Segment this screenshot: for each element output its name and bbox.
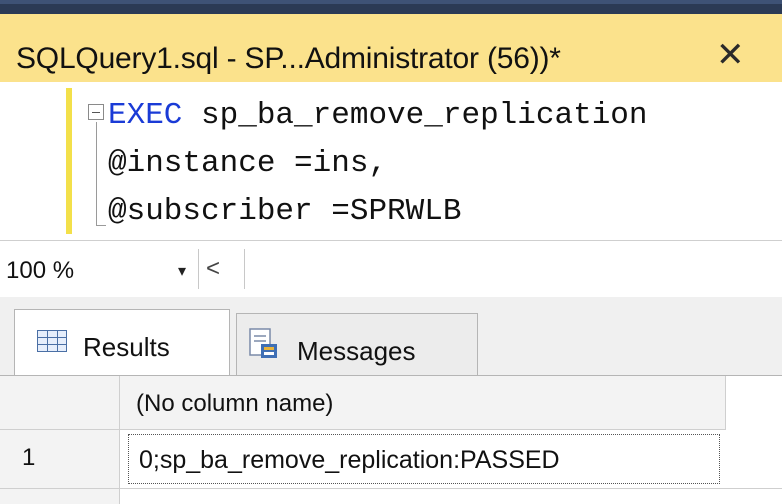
close-icon[interactable]: ✕ [716,38,745,72]
divider [198,249,199,289]
grid-corner[interactable] [0,376,120,430]
tab-messages-label: Messages [297,336,416,366]
tab-results[interactable]: Results [14,309,230,375]
code-line-1[interactable]: EXEC sp_ba_remove_replication [108,98,648,133]
divider [244,249,245,289]
results-grid[interactable]: (No column name) 1 0;sp_ba_remove_replic… [0,376,782,504]
document-tab-title: SQLQuery1.sql - SP...Administrator (56))… [16,42,561,75]
window-frame-strip [0,0,782,4]
scroll-left-icon[interactable]: < [206,255,220,283]
table-cell[interactable]: 0;sp_ba_remove_replication:PASSED [128,434,720,484]
query-editor[interactable]: EXEC sp_ba_remove_replication @instance … [0,82,782,240]
row-number[interactable]: 1 [22,444,35,472]
code-line-2[interactable]: @instance =ins, [108,146,387,181]
messages-icon [249,328,277,358]
outline-guide-end [96,225,106,226]
column-header[interactable]: (No column name) [120,376,726,430]
zoom-level[interactable]: 100 % [6,257,74,285]
outline-guide [96,122,97,226]
grid-icon [37,330,67,352]
chevron-down-icon[interactable]: ▾ [178,261,186,281]
document-tab[interactable]: SQLQuery1.sql - SP...Administrator (56))… [0,14,782,83]
row-divider [0,488,782,489]
change-tracking-marker [66,88,72,234]
code-text: sp_ba_remove_replication [182,98,648,133]
code-line-3[interactable]: @subscriber =SPRWLB [108,194,461,229]
column-header-label: (No column name) [136,390,334,417]
code-keyword: EXEC [108,98,183,133]
tab-results-label: Results [83,332,170,362]
tab-messages[interactable]: Messages [236,313,478,375]
cell-value: 0;sp_ba_remove_replication:PASSED [139,446,560,474]
collapse-region-icon[interactable] [88,104,104,120]
zoom-bar: 100 % ▾ < [0,240,782,298]
